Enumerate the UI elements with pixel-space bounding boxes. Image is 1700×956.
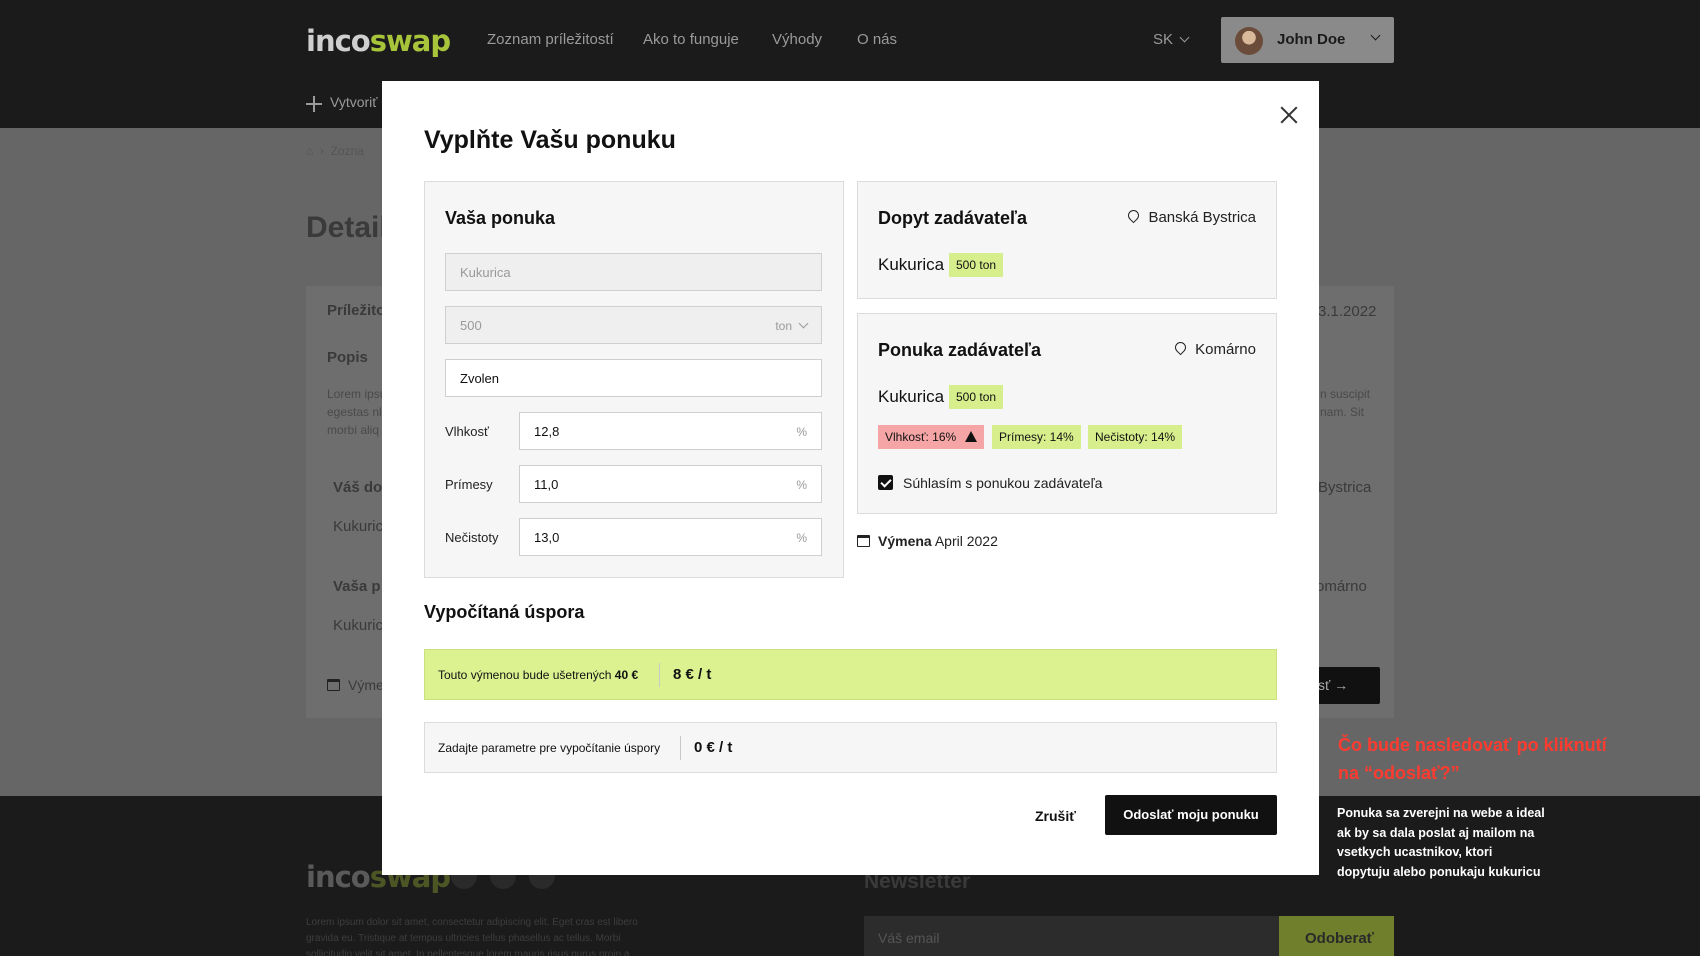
admixture-badge: Prímesy: 14% [992, 425, 1081, 449]
nav-how-it-works[interactable]: Ako to funguje [643, 31, 739, 48]
savings-result: Touto výmenou bude ušetrených 40 € 8 € /… [424, 649, 1277, 700]
plus-icon [306, 96, 322, 112]
language-select[interactable]: SK [1153, 31, 1190, 48]
bg-city-1: Bystrica [1318, 479, 1372, 496]
bg-your-demand: Váš do [333, 479, 383, 496]
moisture-input[interactable]: 12,8% [519, 412, 822, 450]
offerer-panel: Ponuka zadávateľa Komárno Kukurica 500 t… [857, 313, 1277, 514]
bg-your-offer: Vaša p [333, 578, 381, 595]
location-pin-icon [1172, 339, 1189, 356]
offerer-crop: Kukurica [878, 387, 945, 406]
annotation-body: Ponuka sa zverejni na webe a ideal ak by… [1337, 806, 1545, 879]
submit-offer-button[interactable]: Odoslať moju ponuku [1105, 795, 1277, 835]
demand-heading: Dopyt zadávateľa [878, 208, 1027, 228]
chevron-down-icon [1179, 32, 1190, 43]
user-menu-button[interactable]: John Doe [1221, 17, 1394, 63]
demand-quantity-badge: 500 ton [949, 253, 1004, 277]
bg-crop-2: Kukuric [333, 617, 384, 634]
crop-field[interactable]: Kukurica [445, 253, 822, 291]
location-pin-icon [1126, 207, 1142, 224]
user-name: John Doe [1277, 31, 1346, 48]
footer-text: Lorem ipsum dolor sit amet, consectetur … [306, 917, 638, 956]
nav-about[interactable]: O nás [857, 31, 897, 48]
demand-location: Banská Bystrica [1126, 207, 1256, 226]
offerer-heading: Ponuka zadávateľa [878, 340, 1042, 360]
page-title: Detail [306, 211, 388, 244]
close-icon[interactable] [1278, 104, 1300, 126]
savings-per-ton: 8 € / t [673, 666, 712, 683]
bg-section-description: Popis [327, 349, 368, 366]
bg-lorem: Lorem ipsu egestas nl morbi aliq [327, 387, 387, 437]
home-icon[interactable]: ⌂ [306, 144, 313, 158]
savings-heading: Vypočítaná úspora [424, 602, 585, 622]
chevron-down-icon [798, 318, 809, 329]
calendar-icon [857, 535, 870, 547]
demand-crop: Kukurica [878, 255, 945, 274]
your-offer-panel: Vaša ponuka Kukurica 500 ton Zvolen Vlhk… [424, 181, 844, 578]
bg-crop-1: Kukuric [333, 518, 384, 535]
offer-modal: Vyplňte Vašu ponuku Vaša ponuka Kukurica… [382, 81, 1319, 875]
cancel-button[interactable]: Zrušiť [1035, 808, 1076, 824]
quantity-field[interactable]: 500 ton [445, 306, 822, 344]
offerer-location: Komárno [1172, 339, 1256, 358]
nav-opportunities[interactable]: Zoznam príležitostí [487, 31, 614, 48]
exchange-date: Výmena April 2022 [857, 533, 998, 549]
location-field[interactable]: Zvolen [445, 359, 822, 397]
admixture-input[interactable]: 11,0% [519, 465, 822, 503]
newsletter-email-input[interactable]: Váš email [864, 916, 1279, 956]
modal-title: Vyplňte Vašu ponuku [424, 126, 676, 154]
impurities-input[interactable]: 13,0% [519, 518, 822, 556]
bg-exchange: Výme [327, 677, 384, 693]
moisture-warning-badge: Vlhkosť: 16% [878, 425, 985, 449]
savings-per-ton-empty: 0 € / t [694, 739, 733, 756]
savings-placeholder: Zadajte parametre pre vypočítanie úspory… [424, 722, 1277, 773]
your-offer-heading: Vaša ponuka [445, 208, 556, 228]
subscribe-button[interactable]: Odoberať [1279, 916, 1394, 956]
create-link[interactable]: Vytvoriť [330, 94, 378, 110]
calendar-icon [327, 679, 340, 691]
logo[interactable]: incoswap [306, 24, 451, 58]
moisture-label: Vlhkosť [445, 424, 489, 439]
bg-section-opportunity: Príležito [327, 302, 386, 319]
annotation-heading: Čo bude nasledovať po kliknutí na “odosl… [1338, 735, 1607, 783]
admixture-label: Prímesy [445, 477, 493, 492]
impurities-label: Nečistoty [445, 530, 499, 545]
breadcrumb: ⌂ › Zozna [306, 144, 364, 158]
unit-select[interactable]: ton [775, 318, 809, 333]
warning-icon [965, 431, 978, 442]
chevron-down-icon [1370, 30, 1381, 41]
agree-label[interactable]: Súhlasím s ponukou zadávateľa [903, 475, 1102, 491]
nav-benefits[interactable]: Výhody [772, 31, 822, 48]
agree-checkbox[interactable] [878, 475, 893, 490]
bg-lorem-right: n suscipit nam. Sit [1320, 387, 1371, 419]
avatar [1235, 27, 1263, 55]
demand-panel: Dopyt zadávateľa Banská Bystrica Kukuric… [857, 181, 1277, 299]
bg-date: 3.1.2022 [1318, 303, 1377, 320]
impurities-badge: Nečistoty: 14% [1088, 425, 1183, 449]
offerer-quantity-badge: 500 ton [949, 385, 1004, 409]
bg-city-2: omárno [1316, 578, 1367, 595]
